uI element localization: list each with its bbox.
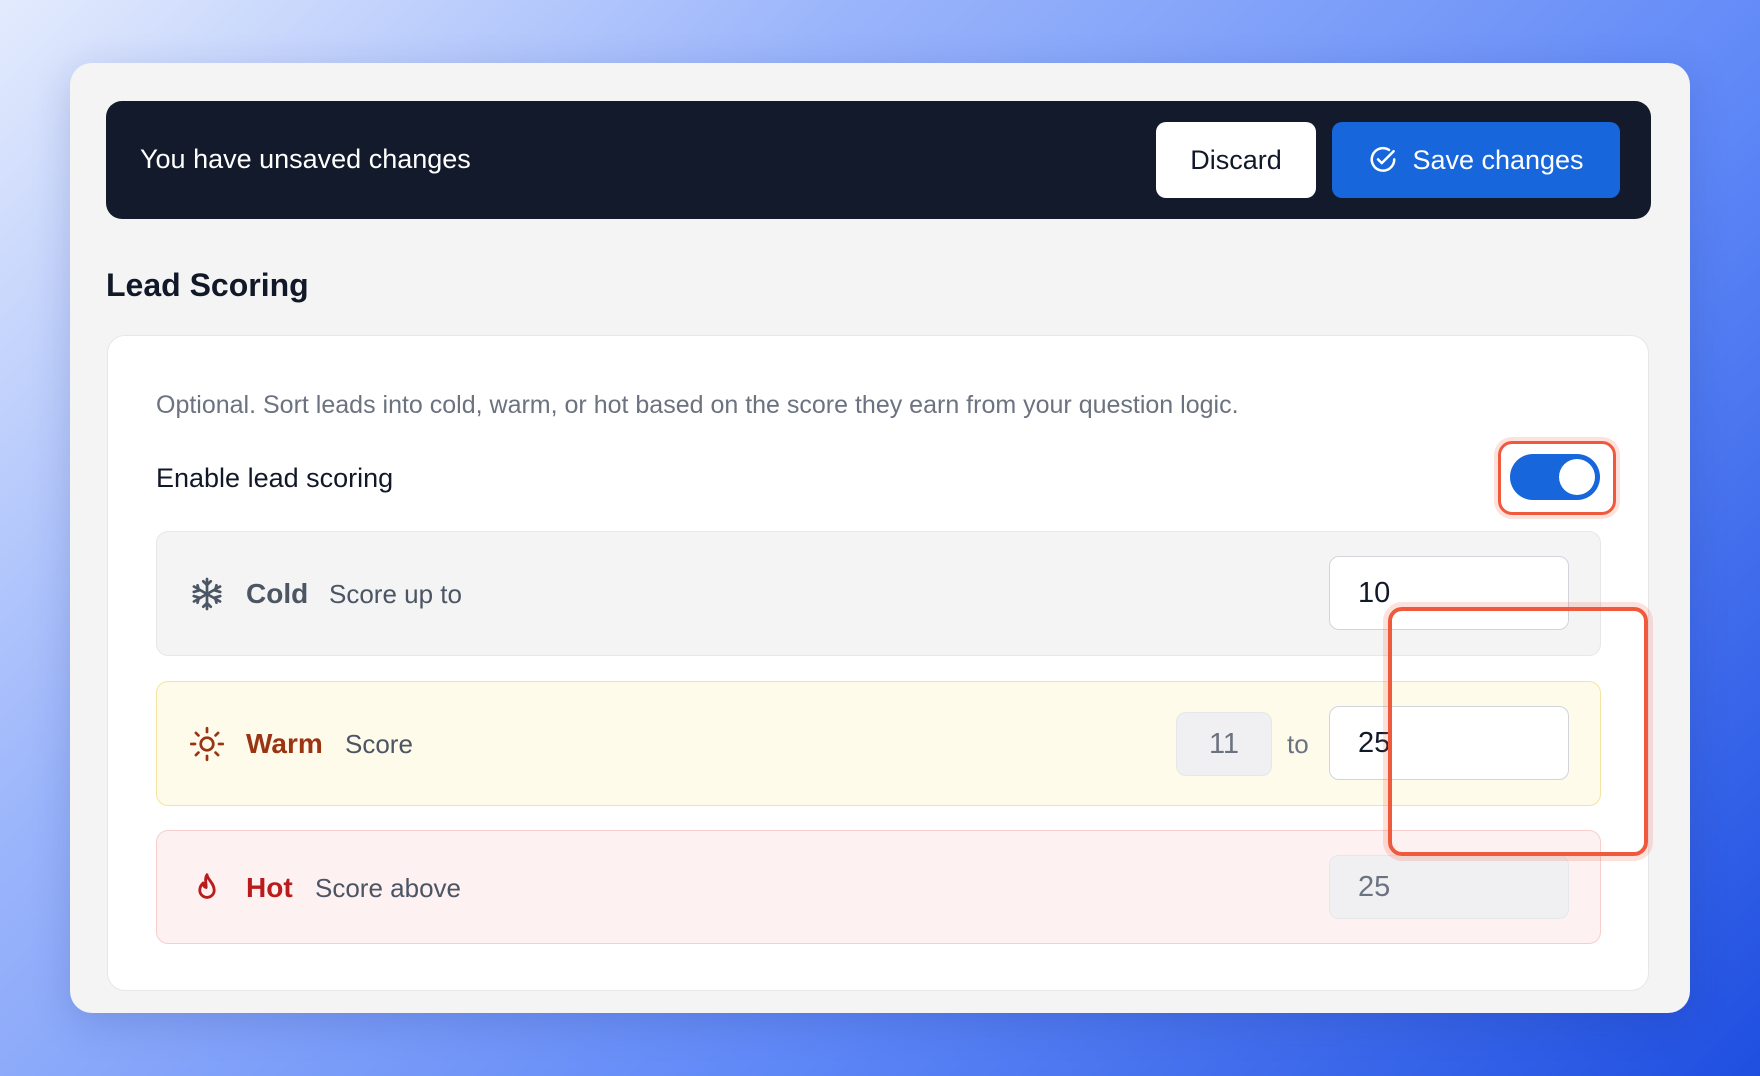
- warm-max-input[interactable]: [1329, 706, 1569, 780]
- section-description: Optional. Sort leads into cold, warm, or…: [156, 391, 1239, 419]
- warm-to-label: to: [1287, 729, 1309, 759]
- discard-button[interactable]: Discard: [1156, 122, 1316, 198]
- save-changes-button[interactable]: Save changes: [1332, 122, 1620, 198]
- hot-min-input: [1329, 855, 1569, 919]
- lead-scoring-card: Optional. Sort leads into cold, warm, or…: [107, 335, 1649, 991]
- save-changes-label: Save changes: [1412, 144, 1584, 175]
- section-title: Lead Scoring: [106, 267, 309, 303]
- tier-cold: Cold Score up to: [156, 531, 1601, 656]
- enable-lead-scoring-toggle[interactable]: [1510, 454, 1600, 500]
- sun-icon: [189, 726, 225, 762]
- tier-warm-name: Warm: [246, 728, 323, 759]
- flame-icon: [198, 873, 216, 899]
- settings-panel: You have unsaved changes Discard Save ch…: [70, 63, 1690, 1013]
- cold-max-input[interactable]: [1329, 556, 1569, 630]
- tier-cold-desc: Score up to: [329, 579, 462, 609]
- tier-warm-desc: Score: [345, 729, 413, 759]
- unsaved-message: You have unsaved changes: [140, 144, 471, 174]
- check-circle-icon: [1370, 146, 1396, 172]
- unsaved-changes-bar: You have unsaved changes Discard Save ch…: [106, 101, 1651, 219]
- toggle-knob: [1559, 459, 1595, 495]
- tier-hot-desc: Score above: [315, 873, 461, 903]
- warm-min-input: [1176, 712, 1272, 776]
- enable-lead-scoring-label: Enable lead scoring: [156, 463, 394, 493]
- tier-warm: Warm Score to: [156, 681, 1601, 806]
- snowflake-icon: [192, 577, 222, 611]
- tier-hot-name: Hot: [246, 872, 293, 903]
- tier-cold-name: Cold: [246, 578, 309, 609]
- tier-hot: Hot Score above: [156, 830, 1601, 944]
